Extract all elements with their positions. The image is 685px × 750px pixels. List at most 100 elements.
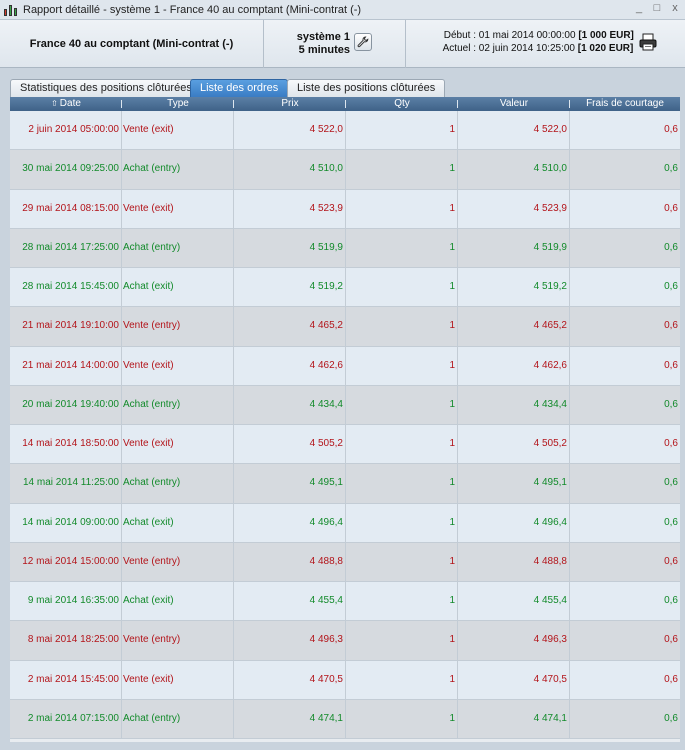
order-qty: 1 bbox=[346, 503, 458, 542]
order-fee: 0,6 bbox=[664, 712, 678, 724]
order-price: 4 519,2 bbox=[234, 268, 346, 307]
order-price: 4 510,0 bbox=[234, 150, 346, 189]
current-date: 02 juin 2014 10:25:00 bbox=[478, 43, 575, 54]
order-type: Vente (entry) bbox=[122, 542, 234, 581]
order-value: 4 519,9 bbox=[458, 228, 570, 267]
system-settings-button[interactable] bbox=[354, 33, 372, 51]
tab-closed-positions-list[interactable]: Liste des positions clôturées bbox=[287, 79, 446, 97]
close-button[interactable]: x bbox=[669, 2, 681, 14]
order-qty: 1 bbox=[346, 228, 458, 267]
table-row[interactable]: 2 mai 2014 07:15:00 Achat (entry) 4 474,1 1… bbox=[10, 699, 680, 739]
current-row: Actuel : 02 juin 2014 10:25:00 [1 020 EU… bbox=[432, 43, 634, 54]
table-row[interactable]: 14 mai 2014 18:50:00 Vente (exit) 4 505,2 1… bbox=[10, 425, 680, 465]
order-fee: 0,6 bbox=[664, 281, 678, 292]
order-value: 4 496,4 bbox=[458, 503, 570, 542]
table-row[interactable]: 14 mai 2014 09:00:00 Achat (exit) 4 496,4 1… bbox=[10, 503, 680, 543]
order-fee: 0,6 bbox=[664, 398, 678, 410]
order-value: 4 470,5 bbox=[458, 660, 570, 699]
order-price: 4 474,1 bbox=[234, 699, 346, 738]
table-row[interactable]: 2 mai 2014 15:45:00 Vente (exit) 4 470,5 1 4… bbox=[10, 660, 680, 700]
order-type: Vente (exit) bbox=[122, 346, 234, 385]
order-qty: 1 bbox=[346, 189, 458, 228]
current-capital: [1 020 EUR] bbox=[577, 43, 634, 54]
column-header-price[interactable]: Prix bbox=[234, 97, 346, 111]
order-type: Achat (exit) bbox=[122, 582, 234, 621]
order-price: 4 455,4 bbox=[234, 582, 346, 621]
window-title: Rapport détaillé - système 1 - France 40… bbox=[23, 3, 362, 16]
order-value: 4 465,2 bbox=[458, 307, 570, 346]
order-fee: 0,6 bbox=[664, 359, 678, 371]
instrument-name: France 40 au comptant (Mini-contrat (-) bbox=[0, 20, 264, 68]
column-header-fees[interactable]: Frais de courtage bbox=[570, 97, 680, 111]
order-value: 4 496,3 bbox=[458, 621, 570, 660]
order-price: 4 434,4 bbox=[234, 385, 346, 424]
table-row[interactable]: 21 mai 2014 14:00:00 Vente (exit) 4 462,6 1… bbox=[10, 346, 680, 386]
order-qty: 1 bbox=[346, 621, 458, 660]
table-row[interactable]: 30 mai 2014 09:25:00 Achat (entry) 4 510,0… bbox=[10, 150, 680, 190]
table-row[interactable]: 8 mai 2014 18:25:00 Vente (entry) 4 496,3 1… bbox=[10, 621, 680, 661]
start-date: 01 mai 2014 00:00:00 bbox=[478, 30, 576, 41]
order-price: 4 523,9 bbox=[234, 189, 346, 228]
column-header-value[interactable]: Valeur bbox=[458, 97, 570, 111]
table-row[interactable]: 28 mai 2014 17:25:00 Achat (entry) 4 519,9… bbox=[10, 228, 680, 268]
order-type: Achat (exit) bbox=[122, 268, 234, 307]
order-date: 2 juin 2014 05:00:00 bbox=[10, 111, 122, 150]
column-header-date[interactable]: ⇧ Date bbox=[10, 97, 122, 111]
order-fee: 0,6 bbox=[664, 477, 678, 489]
column-header-type[interactable]: Type bbox=[122, 97, 234, 111]
order-value: 4 434,4 bbox=[458, 385, 570, 424]
report-header: France 40 au comptant (Mini-contrat (-) … bbox=[0, 20, 685, 68]
order-fee: 0,6 bbox=[664, 202, 678, 214]
table-row[interactable]: 21 mai 2014 19:10:00 Vente (entry) 4 465,2… bbox=[10, 307, 680, 347]
print-button[interactable] bbox=[638, 33, 658, 51]
table-row[interactable]: 12 mai 2014 15:00:00 Vente (entry) 4 488,8… bbox=[10, 542, 680, 582]
tab-orders-list[interactable]: Liste des ordres bbox=[190, 79, 289, 97]
order-qty: 1 bbox=[346, 542, 458, 581]
system-info: système 1 5 minutes bbox=[294, 31, 350, 57]
order-value: 4 519,2 bbox=[458, 268, 570, 307]
maximize-button[interactable]: □ bbox=[651, 2, 663, 14]
order-price: 4 496,3 bbox=[234, 621, 346, 660]
table-row[interactable]: 20 mai 2014 19:40:00 Achat (entry) 4 434,4… bbox=[10, 385, 680, 425]
order-qty: 1 bbox=[346, 111, 458, 150]
order-price: 4 522,0 bbox=[234, 111, 346, 150]
order-fee: 0,6 bbox=[664, 634, 678, 646]
sort-up-arrow-icon: ⇧ bbox=[51, 99, 58, 108]
order-fee: 0,6 bbox=[664, 595, 678, 606]
order-date: 21 mai 2014 14:00:00 bbox=[10, 346, 122, 385]
order-type: Vente (exit) bbox=[122, 660, 234, 699]
order-date: 14 mai 2014 11:25:00 bbox=[10, 464, 122, 503]
column-header-qty[interactable]: Qty bbox=[346, 97, 458, 111]
order-type: Achat (exit) bbox=[122, 503, 234, 542]
tab-closed-positions-stats[interactable]: Statistiques des positions clôturées bbox=[10, 79, 202, 97]
tab-bar: Statistiques des positions clôturées Lis… bbox=[0, 68, 685, 98]
start-capital: [1 000 EUR] bbox=[578, 30, 634, 41]
order-value: 4 510,0 bbox=[458, 150, 570, 189]
order-qty: 1 bbox=[346, 307, 458, 346]
order-value: 4 462,6 bbox=[458, 346, 570, 385]
order-date: 2 mai 2014 15:45:00 bbox=[10, 660, 122, 699]
bottom-bar bbox=[0, 742, 685, 750]
minimize-button[interactable]: _ bbox=[633, 2, 645, 14]
printer-icon bbox=[639, 33, 657, 51]
order-date: 9 mai 2014 16:35:00 bbox=[10, 582, 122, 621]
current-label: Actuel : bbox=[442, 43, 476, 54]
order-type: Vente (exit) bbox=[122, 189, 234, 228]
order-value: 4 455,4 bbox=[458, 582, 570, 621]
table-row[interactable]: 28 mai 2014 15:45:00 Achat (exit) 4 519,2 1… bbox=[10, 268, 680, 308]
order-qty: 1 bbox=[346, 582, 458, 621]
order-price: 4 488,8 bbox=[234, 542, 346, 581]
table-row[interactable]: 9 mai 2014 16:35:00 Achat (exit) 4 455,4 1 4… bbox=[10, 582, 680, 622]
table-row[interactable]: 29 mai 2014 08:15:00 Vente (exit) 4 523,9 1… bbox=[10, 189, 680, 229]
order-date: 28 mai 2014 15:45:00 bbox=[10, 268, 122, 307]
period-panel: Début : 01 mai 2014 00:00:00 [1 000 EUR]… bbox=[406, 20, 685, 68]
start-label: Début : bbox=[443, 30, 476, 41]
order-qty: 1 bbox=[346, 268, 458, 307]
order-qty: 1 bbox=[346, 346, 458, 385]
table-row[interactable]: 2 juin 2014 05:00:00 Vente (exit) 4 522,0 1… bbox=[10, 111, 680, 151]
table-row[interactable]: 14 mai 2014 11:25:00 Achat (entry) 4 495,1… bbox=[10, 464, 680, 504]
order-date: 8 mai 2014 18:25:00 bbox=[10, 621, 122, 660]
order-value: 4 523,9 bbox=[458, 189, 570, 228]
order-type: Achat (entry) bbox=[122, 464, 234, 503]
order-type: Vente (exit) bbox=[122, 111, 234, 150]
